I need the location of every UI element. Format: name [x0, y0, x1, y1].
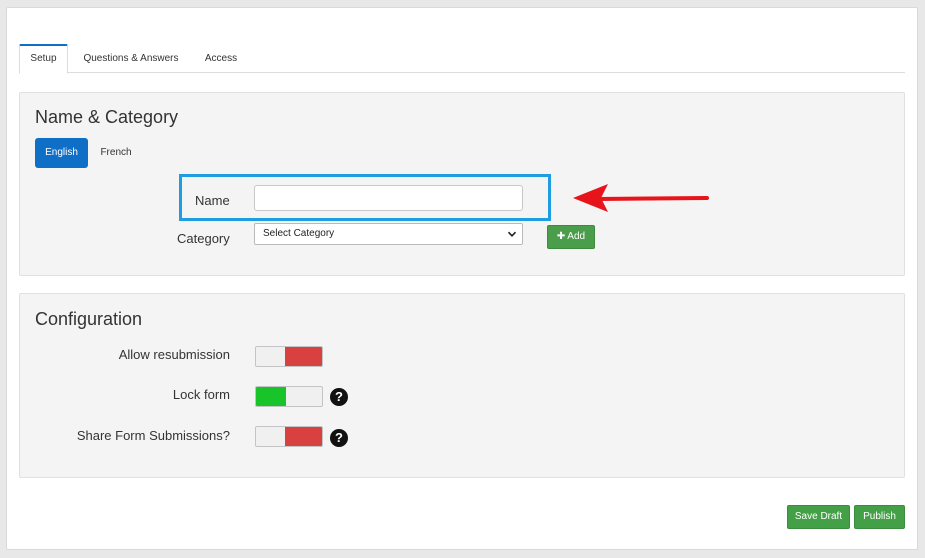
name-category-title: Name & Category: [35, 107, 179, 127]
share-submissions-toggle[interactable]: [255, 426, 323, 447]
publish-button[interactable]: Publish: [854, 505, 905, 529]
add-category-label: Add: [567, 231, 586, 242]
toggle-on-indicator: [256, 387, 286, 406]
allow-resubmission-toggle[interactable]: [255, 346, 323, 367]
save-draft-button[interactable]: Save Draft: [787, 505, 850, 529]
tab-setup[interactable]: Setup: [19, 44, 68, 74]
toggle-off-indicator: [285, 427, 322, 446]
plus-icon: ✚: [556, 231, 566, 242]
share-submissions-label: Share Form Submissions?: [76, 428, 230, 443]
lock-form-label: Lock form: [172, 387, 230, 402]
language-french-button[interactable]: French: [92, 138, 140, 168]
form-editor-card: Setup Questions & Answers Access Name & …: [6, 7, 918, 550]
tab-questions-answers[interactable]: Questions & Answers: [79, 44, 183, 73]
allow-resubmission-label: Allow resubmission: [118, 347, 230, 362]
chevron-down-icon: [507, 231, 517, 237]
tab-bar: Setup Questions & Answers Access: [19, 44, 905, 74]
add-category-button[interactable]: ✚ Add: [547, 225, 595, 249]
category-label: Category: [177, 231, 230, 246]
name-input[interactable]: [254, 185, 523, 211]
configuration-panel: Configuration Allow resubmission Lock fo…: [19, 293, 905, 478]
category-select-value: Select Category: [263, 228, 335, 239]
configuration-title: Configuration: [35, 309, 143, 329]
annotation-arrow-icon: [573, 184, 709, 212]
lock-form-toggle[interactable]: [255, 386, 323, 407]
category-select[interactable]: Select Category: [254, 223, 523, 245]
language-english-button[interactable]: English: [35, 138, 88, 168]
lock-form-help-icon[interactable]: ?: [330, 388, 348, 406]
name-category-panel: Name & Category English French Name Cate…: [19, 92, 905, 276]
name-label: Name: [195, 193, 230, 208]
share-submissions-help-icon[interactable]: ?: [330, 429, 348, 447]
toggle-off-indicator: [285, 347, 322, 366]
tab-access[interactable]: Access: [195, 44, 247, 73]
